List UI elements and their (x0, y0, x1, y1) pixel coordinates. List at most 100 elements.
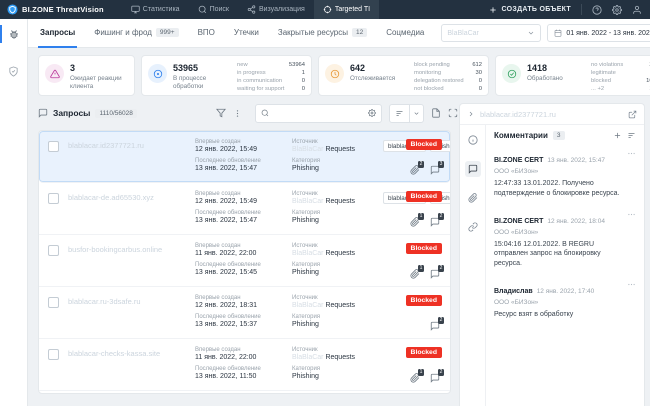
sidebar-item-brand-protection[interactable] (0, 28, 28, 40)
status-badge: Blocked (406, 139, 442, 150)
nav-statistics[interactable]: Статистика (122, 0, 189, 19)
stats-cards: 3 Ожидает реакции клиента 53965 В процес… (38, 55, 645, 96)
tab-malware-label: ВПО (198, 28, 215, 37)
search-icon (198, 5, 207, 14)
tab-leaks[interactable]: Утечки (232, 19, 261, 48)
collapse-chevron-icon[interactable] (467, 110, 475, 118)
nav-search-label: Поиск (210, 6, 229, 13)
tab-closed-resources[interactable]: Закрытые ресурсы12 (276, 19, 369, 48)
source-value: Requests (325, 250, 355, 257)
request-domain: blablacar.ru-3dsafe.ru (68, 295, 186, 333)
stat-details: new53964 in progress1 in communication0 … (237, 61, 305, 94)
comments-icon[interactable]: 2 (430, 373, 440, 383)
graph-icon (247, 5, 256, 14)
brand-logo[interactable]: BI.ZONE ThreatVision (7, 4, 104, 15)
stat-label: Обработано (527, 75, 585, 83)
request-row[interactable]: blablacar.id2377721.ru Впервые создан 12… (39, 131, 450, 183)
attachment-icon[interactable]: 1 (410, 217, 420, 227)
nav-targeted-ti[interactable]: Targeted TI (314, 0, 379, 19)
detail-rail (460, 125, 486, 406)
updated-label: Последнее обновление (195, 210, 283, 216)
export-document-icon[interactable] (431, 108, 441, 118)
source-label: Источник (292, 347, 374, 353)
source-label: Источник (292, 191, 374, 197)
comment-menu-icon[interactable] (627, 149, 636, 158)
tab-social-media[interactable]: Соцмедиа (384, 19, 426, 48)
attachment-icon[interactable]: 1 (410, 269, 420, 279)
detail-key: in communication (237, 78, 282, 86)
nav-search[interactable]: Поиск (189, 0, 238, 19)
client-filter-select[interactable]: BlaBlaCar (441, 24, 541, 42)
tab-requests[interactable]: Запросы (38, 19, 77, 48)
updated-value: 13 янв. 2022, 15:45 (195, 269, 283, 276)
info-icon[interactable] (465, 132, 481, 148)
row-checkbox[interactable] (48, 297, 59, 308)
comments-icon[interactable]: 2 (430, 321, 440, 331)
sort-comments-icon[interactable] (627, 131, 636, 140)
category-value: Phishing (292, 165, 374, 172)
request-row[interactable]: blablacar.ru-3dsafe.ru Впервые создан 12… (39, 287, 450, 339)
stat-card-processing[interactable]: 53965 В процессе обработки new53964 in p… (141, 55, 312, 96)
comment-menu-icon[interactable] (627, 210, 636, 219)
target-icon (323, 5, 332, 14)
list-sort-button[interactable] (389, 104, 424, 123)
user-account-icon[interactable] (632, 5, 642, 15)
open-external-icon[interactable] (628, 110, 637, 119)
status-badge: Blocked (406, 243, 442, 254)
attachments-tab-icon[interactable] (465, 190, 481, 206)
source-value: Requests (325, 146, 355, 153)
chevron-down-icon[interactable] (409, 105, 423, 122)
kebab-menu-icon[interactable] (233, 109, 242, 118)
request-row[interactable]: blablacar-de.ad65530.xyz Впервые создан … (39, 183, 450, 235)
attachment-icon[interactable]: 2 (410, 165, 420, 175)
help-icon[interactable] (592, 5, 602, 15)
links-tab-icon[interactable] (465, 219, 481, 235)
nav-visualization[interactable]: Визуализация (238, 0, 314, 19)
bizone-logo-icon (7, 4, 18, 15)
detail-panel-header: blablacar.id2377721.ru (460, 104, 644, 125)
date-range-picker[interactable]: 01 янв. 2022 - 13 янв. 2022, 23:59 (547, 24, 650, 42)
search-settings-icon[interactable] (368, 109, 376, 117)
stat-card-monitoring[interactable]: 642 Отслеживается block pending612 monit… (318, 55, 489, 96)
row-checkbox[interactable] (48, 245, 59, 256)
search-field[interactable] (255, 104, 382, 123)
comment-org: ООО «БИЗон» (494, 229, 624, 236)
tab-phishing-badge: 999+ (156, 28, 179, 37)
stat-label: В процессе обработки (173, 75, 231, 91)
detail-key: new (237, 62, 248, 70)
module-sidebar (0, 19, 28, 406)
tab-phishing-fraud[interactable]: Фишинг и фрод999+ (92, 19, 180, 48)
comments-icon[interactable]: 2 (430, 217, 440, 227)
stat-card-processed[interactable]: 1418 Обработано no violations225 legitim… (495, 55, 650, 96)
comments-icon[interactable]: 3 (430, 165, 440, 175)
row-checkbox[interactable] (48, 141, 59, 152)
search-input[interactable] (273, 110, 364, 117)
comments-tab-icon[interactable] (465, 161, 481, 177)
request-row[interactable]: busfor-bookingcarbus.online Впервые созд… (39, 235, 450, 287)
row-checkbox[interactable] (48, 349, 59, 360)
attachment-icon[interactable]: 1 (410, 373, 420, 383)
comment-menu-icon[interactable] (627, 280, 636, 289)
gear-icon[interactable] (612, 5, 622, 15)
category-value: Phishing (292, 373, 374, 380)
filter-funnel-icon[interactable] (216, 108, 226, 118)
dates-column: Впервые создан 12 янв. 2022, 15:49 После… (195, 139, 283, 177)
add-comment-icon[interactable] (613, 131, 622, 140)
row-checkbox[interactable] (48, 193, 59, 204)
created-value: 12 янв. 2022, 18:31 (195, 302, 283, 309)
expand-icon[interactable] (448, 108, 458, 118)
sidebar-item-protected-assets[interactable] (0, 66, 28, 77)
calendar-icon (554, 29, 562, 37)
comments-icon[interactable]: 2 (430, 269, 440, 279)
detail-key: monitoring (414, 70, 441, 78)
sort-lines-icon (390, 109, 409, 118)
stat-card-awaiting[interactable]: 3 Ожидает реакции клиента (38, 55, 135, 96)
detail-title: blablacar.id2377721.ru (480, 110, 623, 119)
monitor-icon (131, 5, 140, 14)
stat-value: 3 (70, 63, 128, 73)
stat-details: no violations225 legitimate5 blocked1038… (591, 61, 650, 94)
tab-malware[interactable]: ВПО (196, 19, 217, 48)
request-row[interactable]: blablacar-checks-kassa.site Впервые созд… (39, 339, 450, 391)
main-content: 3 Ожидает реакции клиента 53965 В процес… (28, 48, 650, 406)
create-object-button[interactable]: СОЗДАТЬ ОБЪЕКТ (489, 6, 571, 14)
